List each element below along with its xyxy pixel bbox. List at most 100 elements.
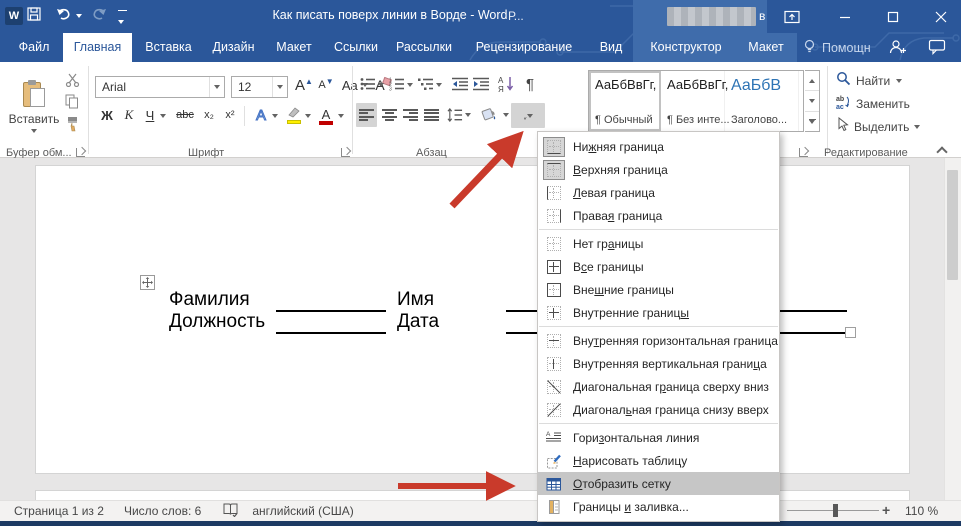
word-count[interactable]: Число слов: 6 <box>124 504 201 518</box>
document-area[interactable]: Фамилия Имя Должность Дата <box>0 158 961 500</box>
field-label-surname[interactable]: Фамилия <box>169 289 250 311</box>
share-person-icon[interactable] <box>888 38 908 61</box>
justify-button[interactable] <box>421 103 442 127</box>
ribbon-tab-references[interactable]: Ссылки <box>329 33 383 62</box>
styles-scroll-down-icon[interactable] <box>805 91 819 111</box>
replace-button[interactable]: abac Заменить <box>836 95 910 113</box>
align-left-button[interactable] <box>356 103 377 127</box>
style-card-0[interactable]: АаБбВвГг,¶ Обычный <box>589 71 661 131</box>
pilcrow-icon[interactable]: ¶ <box>521 72 539 96</box>
style-card-2[interactable]: АаБбВЗаголово... <box>725 71 799 131</box>
highlight-dropdown-icon[interactable] <box>305 114 311 118</box>
close-button[interactable] <box>924 0 958 33</box>
align-right-button[interactable] <box>400 103 421 127</box>
ribbon-tab-design[interactable]: Дизайн <box>205 33 262 62</box>
ribbon-tab-insert[interactable]: Вставка <box>140 33 197 62</box>
copy-icon[interactable] <box>62 93 82 109</box>
minimize-button[interactable] <box>828 0 862 33</box>
menu-item-border-diag-down[interactable]: Диагональная граница сверху вниз <box>538 375 779 398</box>
find-button[interactable]: Найти <box>836 72 902 90</box>
ribbon-tab-layout[interactable]: Макет <box>271 33 317 62</box>
font-name-dropdown-icon[interactable] <box>209 77 224 97</box>
line-spacing-button[interactable] <box>447 103 471 127</box>
font-color-button[interactable]: А <box>316 104 336 126</box>
field-label-date[interactable]: Дата <box>397 311 439 333</box>
multilevel-dropdown-icon[interactable] <box>436 83 442 87</box>
ribbon-tab-review[interactable]: Рецензирование <box>469 33 579 62</box>
field-label-name[interactable]: Имя <box>397 289 434 311</box>
bold-button[interactable]: Ж <box>98 104 116 126</box>
undo-dropdown-icon[interactable] <box>76 14 82 18</box>
menu-item-horizontal-line[interactable]: АГоризонтальная линия <box>538 426 779 449</box>
borders-dropdown-icon[interactable] <box>527 114 533 118</box>
cut-icon[interactable] <box>62 72 82 88</box>
ribbon-tab-table-design[interactable]: Конструктор <box>642 33 730 62</box>
menu-item-border-bottom[interactable]: Нижняя граница <box>538 135 779 158</box>
shrink-font-button[interactable]: А▼ <box>316 74 336 96</box>
styles-dialog-launcher-icon[interactable] <box>799 148 808 157</box>
menu-item-border-all[interactable]: Все границы <box>538 255 779 278</box>
proofing-icon[interactable] <box>223 502 238 520</box>
styles-more-icon[interactable] <box>805 112 819 131</box>
menu-item-borders-shading[interactable]: Границы и заливка... <box>538 495 779 518</box>
strikethrough-button[interactable]: abc <box>172 104 198 126</box>
menu-item-border-inside-v[interactable]: Внутренняя вертикальная граница <box>538 352 779 375</box>
ribbon-tab-mailings[interactable]: Рассылки <box>395 33 453 62</box>
menu-item-draw-table[interactable]: Нарисовать таблицу <box>538 449 779 472</box>
shading-button[interactable] <box>477 103 501 127</box>
comment-icon[interactable] <box>928 39 946 60</box>
increase-indent-icon[interactable] <box>471 74 491 94</box>
bullets-icon[interactable] <box>359 74 377 94</box>
multilevel-list-icon[interactable] <box>417 74 435 94</box>
ribbon-display-options-icon[interactable] <box>775 0 809 33</box>
menu-item-border-inside-h[interactable]: Внутренняя горизонтальная граница <box>538 329 779 352</box>
styles-scroll-up-icon[interactable] <box>805 71 819 91</box>
menu-item-border-left[interactable]: Левая граница <box>538 181 779 204</box>
underline-dropdown-icon[interactable] <box>160 114 166 118</box>
collapse-ribbon-icon[interactable] <box>936 146 947 157</box>
redo-icon[interactable] <box>90 6 108 26</box>
menu-item-border-top[interactable]: Верхняя граница <box>538 158 779 181</box>
font-name-combobox[interactable]: Arial <box>95 76 225 98</box>
word-app-icon[interactable]: W <box>5 7 23 25</box>
menu-item-border-right[interactable]: Правая граница <box>538 204 779 227</box>
subscript-button[interactable]: x₂ <box>199 104 219 126</box>
superscript-button[interactable]: x² <box>220 104 240 126</box>
ribbon-tab-file[interactable]: Файл <box>10 33 58 62</box>
font-dialog-launcher-icon[interactable] <box>341 148 350 157</box>
ribbon-tab-view[interactable]: Вид <box>592 33 630 62</box>
bullets-dropdown-icon[interactable] <box>378 83 384 87</box>
table-resize-handle[interactable] <box>845 327 856 338</box>
ribbon-tab-home[interactable]: Главная <box>63 33 132 62</box>
italic-button[interactable]: К <box>120 104 138 126</box>
menu-item-border-diag-up[interactable]: Диагональная граница снизу вверх <box>538 398 779 421</box>
text-effects-button[interactable]: А <box>250 104 272 126</box>
table-move-handle[interactable] <box>140 275 155 290</box>
zoom-in-button[interactable]: + <box>882 502 890 518</box>
menu-item-view-gridlines[interactable]: Отобразить сетку <box>538 472 779 495</box>
numbering-dropdown-icon[interactable] <box>407 83 413 87</box>
zoom-slider-thumb[interactable] <box>833 504 838 517</box>
align-center-button[interactable] <box>379 103 400 127</box>
font-size-dropdown-icon[interactable] <box>272 77 287 97</box>
menu-item-border-outside[interactable]: Внешние границы <box>538 278 779 301</box>
ribbon-tab-table-layout[interactable]: Макет <box>742 33 790 62</box>
menu-item-border-none[interactable]: Нет границы <box>538 232 779 255</box>
maximize-button[interactable] <box>876 0 910 33</box>
clipboard-dialog-launcher-icon[interactable] <box>76 148 85 157</box>
customize-qat-icon[interactable] <box>118 10 127 30</box>
grow-font-button[interactable]: А▲ <box>294 74 314 96</box>
page-indicator[interactable]: Страница 1 из 2 <box>14 504 104 518</box>
underline-button[interactable]: Ч <box>141 104 159 126</box>
save-icon[interactable] <box>26 6 42 26</box>
field-label-position[interactable]: Должность <box>169 311 265 333</box>
highlight-button[interactable] <box>283 104 305 126</box>
text-effects-dropdown-icon[interactable] <box>272 114 278 118</box>
decrease-indent-icon[interactable] <box>450 74 470 94</box>
numbering-icon[interactable]: 123 <box>388 74 406 94</box>
font-size-combobox[interactable]: 12 <box>231 76 288 98</box>
font-color-dropdown-icon[interactable] <box>338 114 344 118</box>
vertical-scrollbar-thumb[interactable] <box>947 170 958 280</box>
help-label[interactable]: Помощн <box>822 41 871 55</box>
select-button[interactable]: Выделить <box>836 118 920 136</box>
